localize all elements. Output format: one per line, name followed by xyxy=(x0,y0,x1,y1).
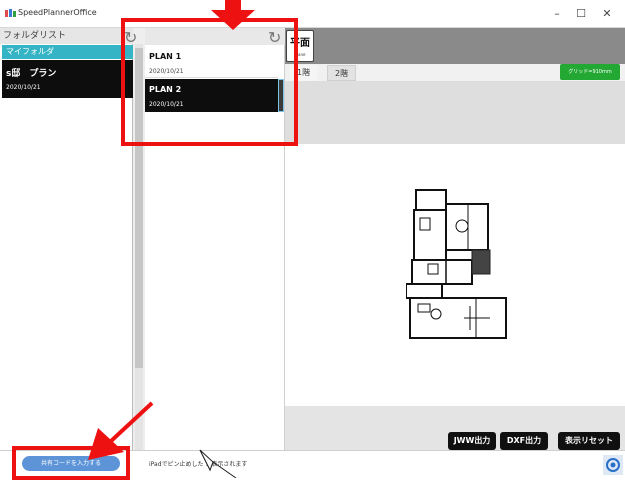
minimize-button[interactable]: – xyxy=(546,6,568,22)
annotation-highlight-plan-list xyxy=(121,18,298,146)
app-icon xyxy=(5,9,16,17)
grid-size-badge[interactable]: グリッド=910mm xyxy=(560,64,620,80)
arrow-annotation-icon xyxy=(211,0,255,30)
folder-item-my-folder[interactable]: マイフォルダ xyxy=(2,45,133,59)
folder-item-date: 2020/10/21 xyxy=(6,84,41,91)
jww-export-button[interactable]: JWW出力 xyxy=(448,432,496,450)
arrow-annotation-icon xyxy=(88,401,154,460)
main-toolbar xyxy=(285,28,625,64)
canvas-top-band xyxy=(285,82,625,144)
reset-view-button[interactable]: 表示リセット xyxy=(558,432,620,450)
folder-item-name: s邸 プラン xyxy=(6,69,57,79)
cursor-icon xyxy=(199,449,237,478)
settings-icon[interactable] xyxy=(603,455,623,475)
tab-floor-2[interactable]: 2階 xyxy=(327,65,357,81)
floorplan-drawing xyxy=(406,189,507,339)
maximize-button[interactable]: ☐ xyxy=(570,6,592,22)
dxf-export-button[interactable]: DXF出力 xyxy=(500,432,548,450)
window-title: SpeedPlannerOffice xyxy=(18,8,97,17)
close-button[interactable]: ✕ xyxy=(596,6,618,22)
folder-list-header: フォルダリスト xyxy=(0,28,133,44)
